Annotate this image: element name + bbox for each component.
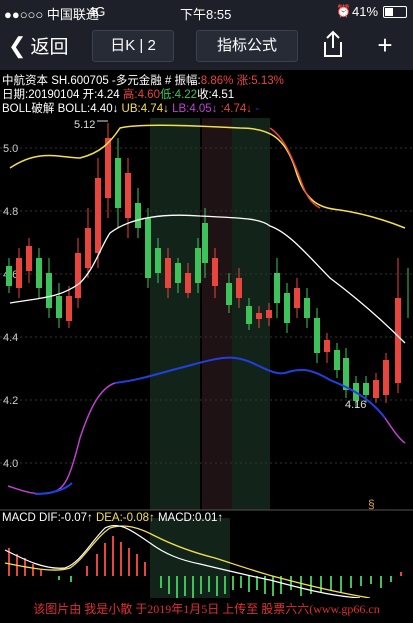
indicator-formula-button[interactable]: 指标公式: [196, 30, 298, 62]
low-marker: 4.16: [345, 399, 366, 411]
y-tick-label: 4.2: [3, 395, 18, 407]
shade-region: [150, 118, 200, 510]
section-marker: §: [368, 497, 375, 511]
candle: [6, 266, 12, 286]
macd-dea-value: DEA:-0.08↑: [95, 512, 155, 524]
share-button[interactable]: [318, 30, 348, 60]
change-label: 涨:: [236, 75, 252, 87]
change-value: 5.13%: [251, 75, 284, 87]
share-icon: [324, 30, 342, 57]
candle: [16, 258, 22, 288]
candle: [256, 313, 262, 319]
candle: [95, 178, 101, 253]
plus-icon: +: [377, 30, 393, 60]
status-bar: ●●○○○ 中国联通 4G 下午8:55 ⏰ 41%: [0, 0, 413, 22]
candle: [212, 258, 218, 286]
candle: [36, 258, 42, 288]
candle: [274, 273, 280, 303]
macd-dif-value: MACD DIF:-0.07↑: [2, 512, 93, 524]
chevron-left-icon: ❮: [8, 33, 27, 58]
candle: [373, 380, 379, 398]
y-axis: 5.04.84.64.44.24.0: [3, 143, 18, 470]
candle: [363, 383, 369, 395]
candle: [75, 253, 81, 298]
candle: [266, 310, 272, 318]
candle: [294, 288, 300, 308]
macd-header: MACD DIF:-0.07↑ DEA:-0.08↑ MACD:0.01↑: [2, 512, 223, 524]
candle: [115, 158, 121, 208]
candle: [125, 173, 131, 218]
candle: [304, 298, 310, 318]
candle: [185, 273, 191, 293]
ub-value: UB:4.74↓: [121, 103, 169, 115]
boll-lower-tail: [384, 417, 406, 444]
y-tick-label: 4.4: [3, 332, 18, 344]
macd-value: MACD:0.01↑: [157, 512, 224, 524]
back-label: 返回: [30, 37, 69, 58]
extra-value: :4.74↓: [220, 103, 252, 115]
candle: [85, 228, 91, 268]
back-button[interactable]: ❮ 返回: [8, 32, 68, 59]
candle: [334, 350, 340, 370]
candle: [226, 283, 232, 305]
candle: [135, 203, 141, 228]
lb-value: LB:4.05↓: [172, 103, 218, 115]
boll-value: BOLL破解 BOLL:4.40↓: [2, 103, 119, 115]
candle: [66, 296, 72, 321]
candle: [383, 360, 389, 395]
watermark-footer: 该图片由 我是小散 于2019年1月5日 上传至 股票六六(www.gp66.c…: [33, 602, 380, 616]
candle: [175, 263, 181, 283]
candle: [236, 278, 242, 298]
network-label: 4G: [88, 4, 106, 19]
candle: [145, 218, 151, 278]
alarm-icon: ⏰: [336, 4, 351, 18]
candle: [26, 246, 32, 271]
candle: [246, 306, 252, 324]
shade-region: [202, 118, 232, 510]
boll-lower-blue-segment: [34, 482, 73, 495]
battery-label: 41%: [352, 4, 379, 19]
nav-bar: ❮ 返回 日K | 2 指标公式 +: [0, 22, 413, 70]
candle: [284, 293, 290, 323]
candle: [195, 248, 201, 283]
high-marker: 5.12: [74, 119, 95, 131]
add-button[interactable]: +: [370, 30, 400, 60]
candle: [105, 138, 111, 198]
y-tick-label: 5.0: [3, 143, 18, 155]
candle: [155, 248, 161, 273]
y-tick-label: 4.8: [3, 206, 18, 218]
candle: [46, 273, 52, 308]
candle: [324, 340, 330, 352]
clock: 下午8:55: [180, 7, 232, 22]
candle: [56, 296, 62, 318]
kline-chart[interactable]: 5.04.84.64.44.24.0: [0, 118, 413, 598]
candle: [202, 223, 208, 263]
y-tick-label: 4.0: [3, 458, 18, 470]
candle: [165, 258, 171, 288]
extra-tail: -: [255, 103, 260, 115]
candle: [395, 298, 401, 383]
boll-line: BOLL破解 BOLL:4.40↓ UB:4.74↓ LB:4.05↓ :4.7…: [2, 100, 259, 116]
battery-icon: [383, 6, 407, 18]
period-button[interactable]: 日K | 2: [92, 30, 174, 62]
carrier-label: ●●○○○ 中国联通: [4, 7, 99, 22]
candle: [314, 318, 320, 353]
